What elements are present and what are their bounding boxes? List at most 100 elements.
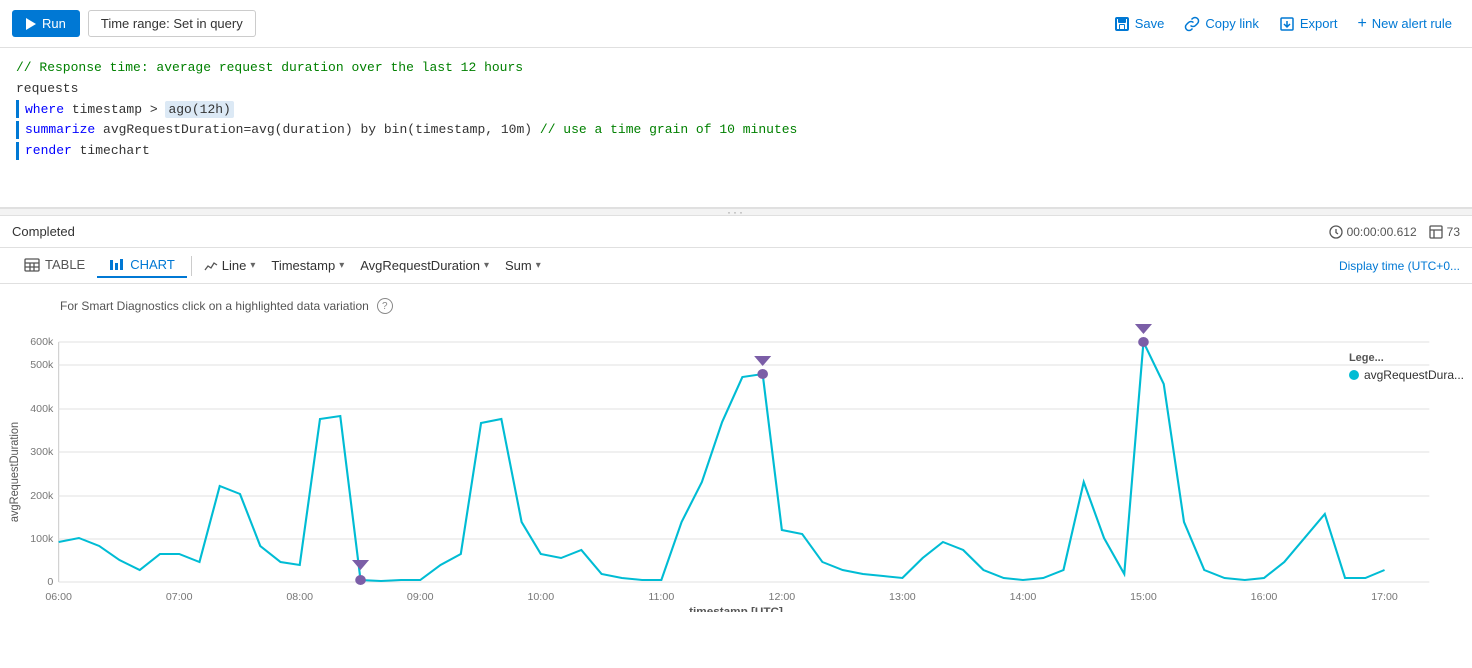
avg-request-dropdown[interactable]: AvgRequestDuration ▾ — [352, 254, 497, 277]
line-chevron: ▾ — [250, 260, 255, 271]
svg-text:09:00: 09:00 — [407, 592, 434, 603]
svg-text:0: 0 — [47, 577, 53, 588]
status-label: Completed — [12, 224, 75, 239]
row-count-value: 73 — [1447, 225, 1460, 239]
requests-text: requests — [16, 81, 78, 96]
svg-text:400k: 400k — [30, 404, 54, 415]
summarize-keyword: summarize — [25, 122, 95, 137]
legend-title: Lege... — [1349, 352, 1464, 364]
svg-text:11:00: 11:00 — [648, 592, 674, 603]
line-label: Line — [222, 258, 247, 273]
query-line-where: where timestamp > ago(12h) — [16, 100, 1456, 121]
line-bar-3 — [16, 142, 19, 160]
copy-link-button[interactable]: Copy link — [1176, 12, 1266, 36]
export-button[interactable]: Export — [1271, 12, 1346, 36]
sum-dropdown[interactable]: Sum ▾ — [497, 254, 549, 277]
where-keyword: where — [25, 102, 64, 117]
resize-dots: ··· — [727, 205, 745, 219]
avg-label: AvgRequestDuration — [360, 258, 480, 273]
table-icon — [1429, 225, 1443, 239]
svg-text:15:00: 15:00 — [1130, 592, 1157, 603]
svg-text:10:00: 10:00 — [527, 592, 554, 603]
svg-text:06:00: 06:00 — [45, 592, 72, 603]
tab-divider — [191, 256, 192, 276]
display-time-label: Display time (UTC+0... — [1339, 259, 1460, 273]
line-dropdown[interactable]: Line ▾ — [196, 254, 264, 277]
query-line-summarize: summarize avgRequestDuration=avg(duratio… — [16, 120, 1456, 141]
anomaly-dot-low1[interactable] — [355, 575, 366, 585]
chart-tab-icon — [109, 258, 125, 272]
comment-line: // Response time: average request durati… — [16, 58, 1456, 79]
smart-diagnostics-bar: For Smart Diagnostics click on a highlig… — [0, 294, 1472, 322]
line-bar-2 — [16, 121, 19, 139]
svg-text:600k: 600k — [30, 337, 54, 348]
copy-link-icon — [1184, 16, 1200, 32]
view-tabs: TABLE CHART Line ▾ Timestamp ▾ AvgReques… — [0, 248, 1472, 284]
svg-text:100k: 100k — [30, 534, 54, 545]
line-bar-1 — [16, 100, 19, 118]
line-chart-icon — [204, 260, 218, 272]
comment-text: // Response time: average request durati… — [16, 60, 523, 75]
svg-text:13:00: 13:00 — [889, 592, 916, 603]
where-rest: timestamp > ago(12h) — [64, 101, 234, 118]
svg-text:12:00: 12:00 — [769, 592, 796, 603]
results-bar: Completed 00:00:00.612 73 — [0, 216, 1472, 248]
save-icon — [1114, 16, 1130, 32]
info-icon[interactable]: ? — [377, 298, 393, 314]
export-icon — [1279, 16, 1295, 32]
results-right: 00:00:00.612 73 — [1329, 225, 1460, 239]
svg-text:avgRequestDuration: avgRequestDuration — [9, 422, 21, 522]
rowcount-icon-group: 73 — [1429, 225, 1460, 239]
toolbar: Run Time range: Set in query Save Copy l… — [0, 0, 1472, 48]
new-alert-button[interactable]: + New alert rule — [1349, 11, 1460, 37]
run-button[interactable]: Run — [12, 10, 80, 37]
timestamp-label: Timestamp — [271, 258, 335, 273]
toolbar-right: Save Copy link Export + New alert rule — [1106, 11, 1460, 37]
summarize-rest: avgRequestDuration=avg(duration) by bin(… — [95, 122, 797, 137]
legend-dot — [1349, 370, 1359, 380]
render-rest: timechart — [72, 143, 150, 158]
table-tab-icon — [24, 258, 40, 272]
sum-chevron: ▾ — [536, 260, 541, 271]
time-range-button[interactable]: Time range: Set in query — [88, 10, 256, 37]
svg-text:07:00: 07:00 — [166, 592, 193, 603]
svg-text:16:00: 16:00 — [1251, 592, 1278, 603]
legend-label: avgRequestDura... — [1364, 368, 1464, 382]
anomaly-dot-high2[interactable] — [1138, 337, 1149, 347]
svg-text:14:00: 14:00 — [1010, 592, 1037, 603]
svg-text:08:00: 08:00 — [286, 592, 313, 603]
clock-icon — [1329, 225, 1343, 239]
anomaly-marker-high2[interactable] — [1135, 324, 1152, 334]
query-line-requests: requests — [16, 79, 1456, 100]
table-tab-label: TABLE — [45, 257, 85, 272]
svg-text:17:00: 17:00 — [1371, 592, 1398, 603]
render-keyword: render — [25, 143, 72, 158]
chart-area: For Smart Diagnostics click on a highlig… — [0, 284, 1472, 666]
line-chart-svg: avgRequestDuration 0 100k 200k 300k 400k… — [0, 322, 1472, 612]
chart-line[interactable] — [59, 342, 1385, 581]
time-range-label: Time range: Set in query — [101, 16, 243, 31]
legend-area: Lege... avgRequestDura... — [1349, 352, 1464, 382]
avg-chevron: ▾ — [484, 260, 489, 271]
tab-table[interactable]: TABLE — [12, 253, 97, 278]
timestamp-dropdown[interactable]: Timestamp ▾ — [263, 254, 352, 277]
save-label: Save — [1135, 16, 1165, 31]
tab-chart[interactable]: CHART — [97, 253, 187, 278]
svg-text:500k: 500k — [30, 360, 54, 371]
save-button[interactable]: Save — [1106, 12, 1173, 36]
duration-icon-group: 00:00:00.612 — [1329, 225, 1417, 239]
duration-value: 00:00:00.612 — [1347, 225, 1417, 239]
play-icon — [26, 18, 36, 30]
anomaly-marker-low1[interactable] — [352, 560, 369, 570]
svg-text:timestamp [UTC]: timestamp [UTC] — [689, 606, 783, 612]
sum-label: Sum — [505, 258, 532, 273]
anomaly-dot-high1[interactable] — [757, 369, 768, 379]
chart-container: Lege... avgRequestDura... avgRequestDura… — [0, 322, 1472, 612]
query-line-render: render timechart — [16, 141, 1456, 162]
run-label: Run — [42, 16, 66, 31]
plus-icon: + — [1357, 15, 1366, 33]
query-editor[interactable]: // Response time: average request durati… — [0, 48, 1472, 208]
resize-handle[interactable]: ··· — [0, 208, 1472, 216]
legend-item-avg: avgRequestDura... — [1349, 368, 1464, 382]
smart-diag-text: For Smart Diagnostics click on a highlig… — [60, 299, 369, 313]
